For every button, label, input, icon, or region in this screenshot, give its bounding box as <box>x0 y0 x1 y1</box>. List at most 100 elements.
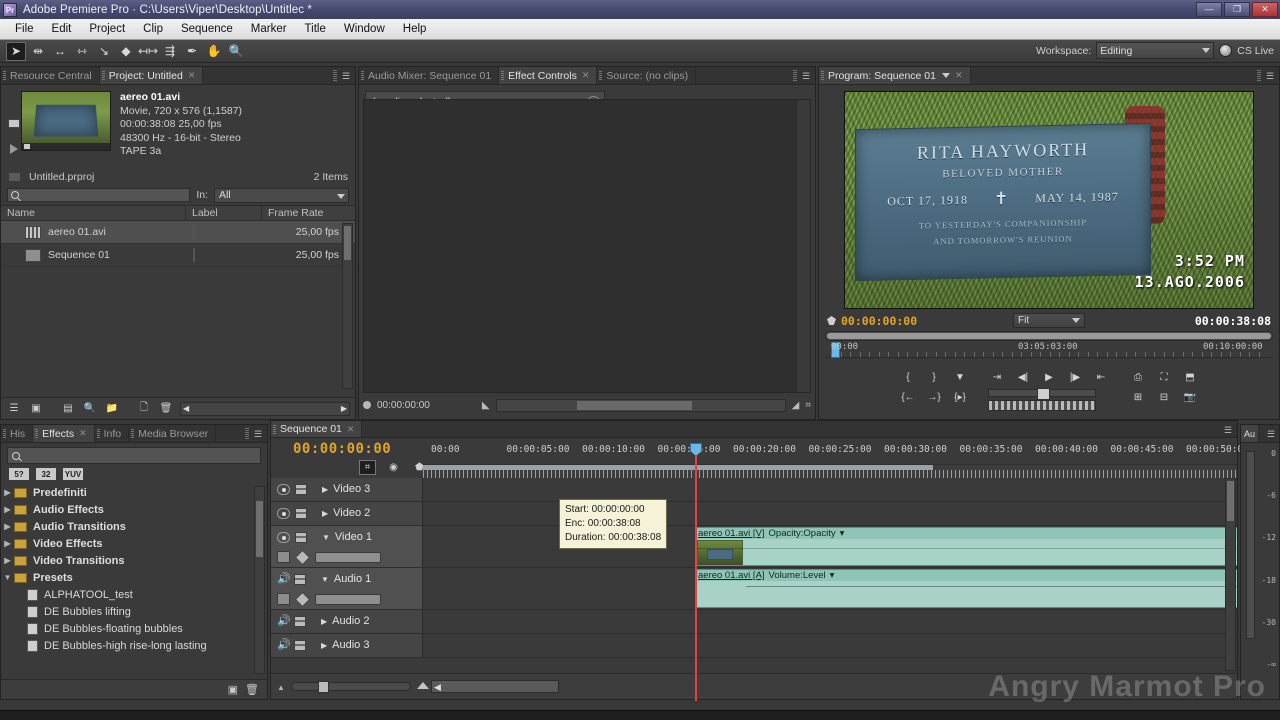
step-back-icon[interactable]: ◀| <box>1014 369 1033 385</box>
zoom-tool[interactable]: 🔍 <box>226 42 246 61</box>
track-header-video-1[interactable]: ▼ Video 1 <box>271 526 423 567</box>
menu-item-clip[interactable]: Clip <box>134 21 172 37</box>
razor-tool[interactable]: ◆ <box>116 42 136 61</box>
new-item-icon[interactable]: 🗋 <box>136 401 152 416</box>
timeline-clip[interactable]: aereo 01.avi [V] Opacity:Opacity ▾ <box>695 527 1237 566</box>
eye-icon[interactable] <box>277 507 290 519</box>
chevron-right-icon[interactable]: ▶ <box>1 522 14 531</box>
column-frame-rate[interactable]: Frame Rate <box>262 206 352 220</box>
column-label[interactable]: Label <box>186 206 262 220</box>
current-time-indicator[interactable] <box>690 443 702 701</box>
delete-icon[interactable]: 🗑 <box>158 401 174 416</box>
lock-icon[interactable] <box>294 615 306 627</box>
chevron-down-icon[interactable]: ▼ <box>322 533 330 542</box>
jog-wheel[interactable] <box>987 400 1096 411</box>
new-custom-bin-icon[interactable]: ▣ <box>228 683 238 696</box>
tab-resource-central[interactable]: Resource Central <box>1 67 100 84</box>
wrench-icon[interactable]: ⌗ <box>805 400 811 411</box>
effects-folder-item[interactable]: ▼ Presets <box>1 569 267 586</box>
close-icon[interactable]: ✕ <box>79 428 87 439</box>
menu-item-file[interactable]: File <box>6 21 43 37</box>
slide-tool[interactable]: ⇶ <box>160 42 180 61</box>
play-preview-icon[interactable] <box>10 144 18 154</box>
effects-folder-item[interactable]: ▶ Predefiniti <box>1 484 267 501</box>
marker-icon[interactable] <box>827 316 836 325</box>
go-to-in-icon[interactable]: ⇥ <box>988 369 1007 385</box>
minimize-button[interactable]: — <box>1196 2 1222 17</box>
track-select-tool[interactable]: ⇹ <box>28 42 48 61</box>
zoom-level-select[interactable]: Fit <box>1013 313 1085 328</box>
menu-item-sequence[interactable]: Sequence <box>172 21 242 37</box>
scroll-left-icon[interactable]: ◀ <box>434 682 441 693</box>
tab-audio-meters[interactable]: Au <box>1241 425 1260 442</box>
chevron-down-icon[interactable] <box>941 73 950 78</box>
show-keyframes-icon[interactable] <box>277 551 290 563</box>
zoom-out-icon[interactable]: ◣ <box>482 400 490 411</box>
opacity-rubber-band[interactable] <box>696 548 1237 549</box>
keyframe-nav[interactable] <box>315 551 381 563</box>
speaker-icon[interactable]: 🔊 <box>277 573 291 585</box>
menu-item-help[interactable]: Help <box>394 21 436 37</box>
tab-sequence-01[interactable]: Sequence 01 ✕ <box>271 421 363 437</box>
scroll-right-icon[interactable]: ▶ <box>341 404 347 413</box>
shuttle-control[interactable] <box>987 388 1096 411</box>
track-body[interactable] <box>423 478 1237 501</box>
chevron-right-icon[interactable]: ▶ <box>321 641 327 650</box>
track-header-audio-1[interactable]: 🔊 ▼ Audio 1 <box>271 568 423 609</box>
close-button[interactable]: ✕ <box>1252 2 1278 17</box>
next-marker-icon[interactable]: } <box>925 369 944 385</box>
insert-icon[interactable]: ⊞ <box>1129 389 1148 405</box>
mark-out-icon[interactable]: →} <box>925 389 944 405</box>
menu-item-project[interactable]: Project <box>80 21 134 37</box>
tab-program-sequence-01[interactable]: Program: Sequence 01 ✕ <box>819 67 971 84</box>
track-body[interactable] <box>423 634 1237 657</box>
audio-panel-menu-icon[interactable]: ☰ <box>1264 428 1278 440</box>
chevron-down-icon[interactable]: ▾ <box>830 570 835 581</box>
shuttle-slider[interactable] <box>987 388 1096 400</box>
lock-icon[interactable] <box>295 483 307 495</box>
chevron-down-icon[interactable]: ▼ <box>321 575 329 584</box>
clip-effect-select[interactable]: Volume:Level <box>769 570 826 581</box>
tab-project-untitled[interactable]: Project: Untitled ✕ <box>99 67 204 84</box>
program-time-ruler[interactable]: 00:00 03:05:03:00 00:10:00:00 <box>825 342 1273 358</box>
program-panel-menu-icon[interactable]: ☰ <box>1263 70 1277 82</box>
lift-icon[interactable]: ⬒ <box>1181 369 1200 385</box>
timeline-timecode[interactable]: 00:00:00:00 <box>293 441 391 457</box>
new-bin-icon[interactable]: 📁 <box>104 401 120 416</box>
chevron-down-icon[interactable]: ▼ <box>1 573 14 582</box>
chevron-down-icon[interactable]: ▾ <box>840 528 845 539</box>
effects-preset-item[interactable]: DE Bubbles-floating bubbles <box>1 620 267 637</box>
list-view-icon[interactable]: ☰ <box>6 401 22 416</box>
tab-effects[interactable]: Effects ✕ <box>33 425 95 442</box>
program-zoom-scrollbar[interactable] <box>825 331 1273 341</box>
item-label[interactable] <box>193 248 269 262</box>
rolling-edit-tool[interactable]: ⇿ <box>72 42 92 61</box>
timeline-clip[interactable]: aereo 01.avi [A] Volume:Level ▾ <box>695 569 1237 608</box>
track-body[interactable]: aereo 01.avi [A] Volume:Level ▾ <box>423 568 1237 609</box>
menu-item-marker[interactable]: Marker <box>242 21 296 37</box>
effect-controls-scrollbar[interactable] <box>495 398 786 412</box>
lock-icon[interactable] <box>295 531 307 543</box>
project-zoom-scrollbar[interactable]: ◀ ▶ <box>180 401 350 416</box>
track-header-audio-2[interactable]: 🔊 ▶ Audio 2 <box>271 610 423 633</box>
snap-icon[interactable]: ⌗ <box>359 460 376 475</box>
workspace-select[interactable]: Editing <box>1096 42 1215 59</box>
table-row[interactable]: aereo 01.avi 25,00 fps <box>1 221 355 244</box>
effects-scrollbar[interactable] <box>254 486 265 674</box>
hand-tool[interactable]: ✋ <box>204 42 224 61</box>
chevron-right-icon[interactable]: ▶ <box>1 488 14 497</box>
play-icon[interactable]: ▶ <box>1040 369 1059 385</box>
step-forward-icon[interactable]: |▶ <box>1066 369 1085 385</box>
zoom-in-icon[interactable] <box>417 680 429 692</box>
pen-tool[interactable]: ✒ <box>182 42 202 61</box>
project-panel-menu-icon[interactable]: ☰ <box>339 70 353 82</box>
eye-icon[interactable] <box>277 531 290 543</box>
scroll-left-icon[interactable]: ◀ <box>183 404 189 413</box>
timeline-horizontal-scrollbar[interactable]: ◀ <box>431 680 559 693</box>
track-body[interactable] <box>423 610 1237 633</box>
effects-badge-0[interactable]: 5? <box>8 467 30 481</box>
column-name[interactable]: Name <box>1 206 186 220</box>
mark-in-icon[interactable]: {← <box>899 389 918 405</box>
program-video-frame[interactable]: RITA HAYWORTH BELOVED MOTHER OCT 17, 191… <box>844 91 1254 309</box>
effects-preset-item[interactable]: DE Bubbles lifting <box>1 603 267 620</box>
